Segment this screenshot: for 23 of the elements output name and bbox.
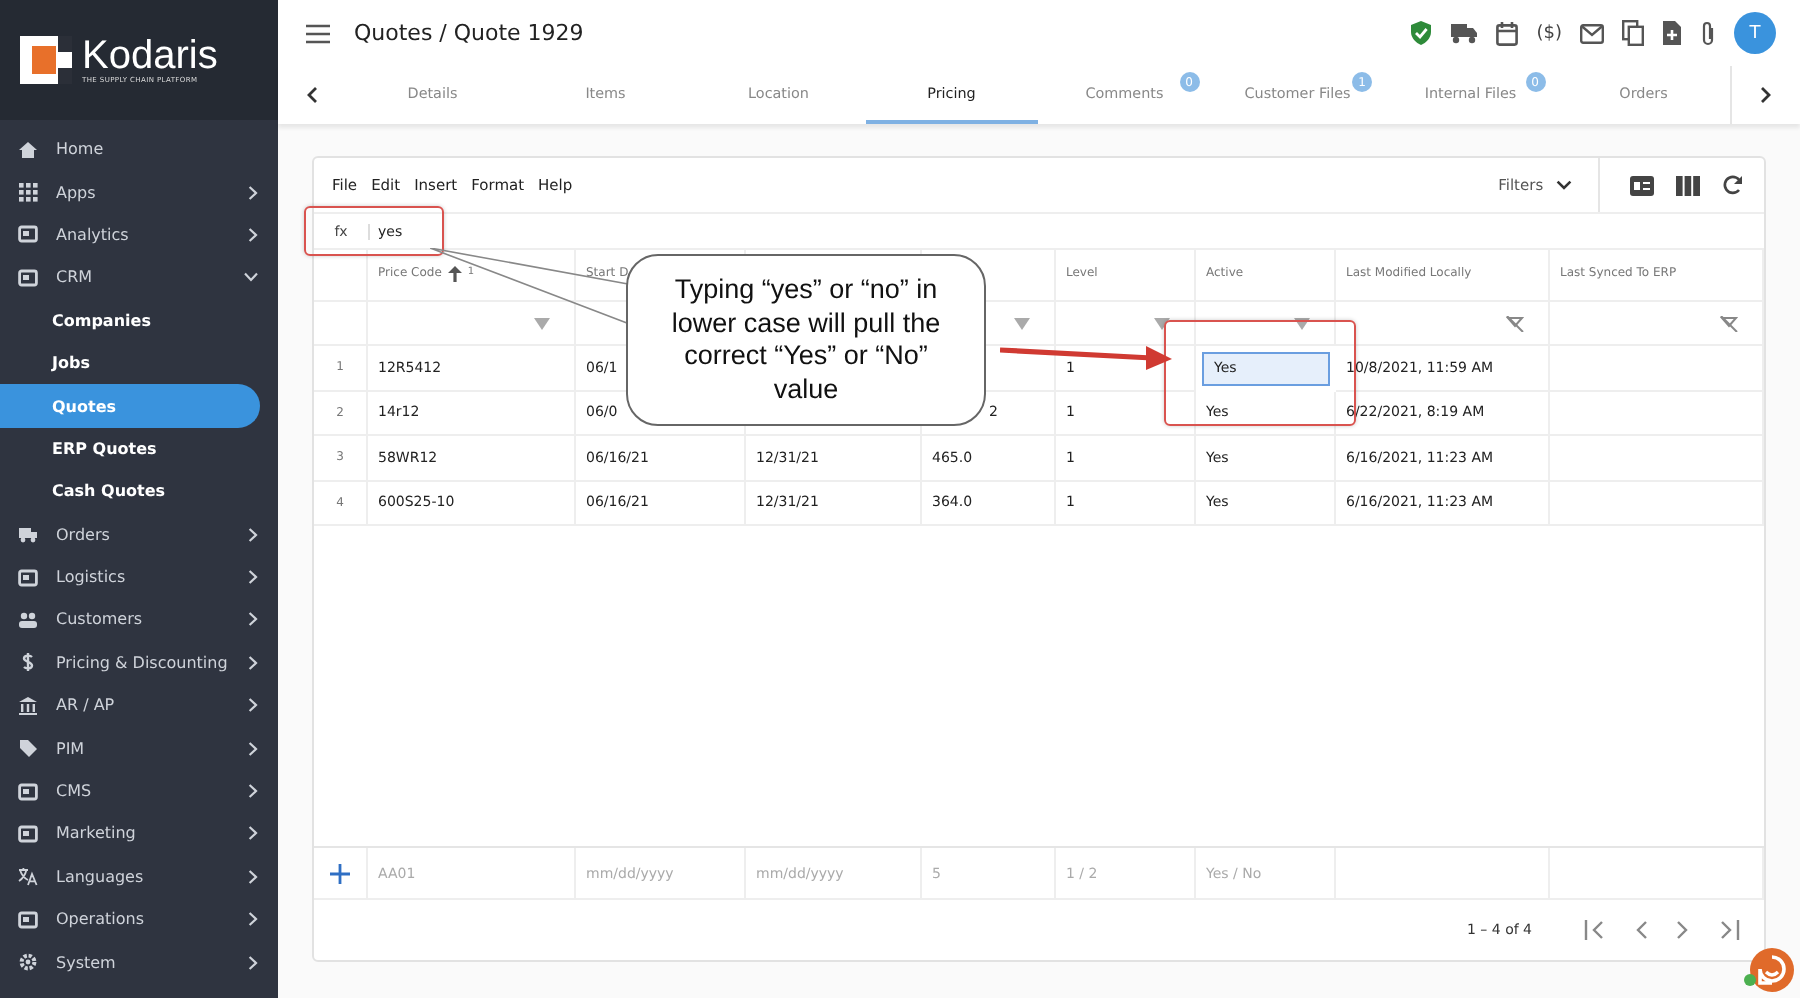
nav-item[interactable]: Customers [0, 598, 278, 642]
nav-item[interactable]: Companies [0, 299, 260, 342]
dollar-icon[interactable]: ($) [1536, 23, 1562, 43]
nav-item[interactable]: PIM [0, 726, 278, 770]
nav-item[interactable]: CMS [0, 769, 278, 813]
nav-item[interactable]: Cash Quotes [0, 470, 260, 514]
logo-name: Kodaris [82, 35, 218, 75]
page-title: Quotes / Quote 1929 [354, 20, 584, 46]
nav-item[interactable]: Languages [0, 855, 278, 899]
nav-item[interactable]: Home [0, 128, 278, 171]
nav-item[interactable]: Apps [0, 170, 278, 214]
nav-item[interactable]: Orders [0, 513, 278, 556]
nav-item[interactable]: Marketing [0, 812, 278, 856]
nav-item[interactable]: System [0, 940, 278, 984]
nav-item[interactable]: CRM [0, 256, 278, 300]
nav-item[interactable]: Logistics [0, 555, 278, 599]
callout-tooltip: Typing “yes” or “no” in lower case will pull the correct “Yes” or “No” value [626, 254, 986, 426]
nav-item[interactable]: Analytics [0, 213, 278, 257]
nav-item[interactable]: Jobs [0, 341, 260, 385]
nav-item[interactable]: AR / AP [0, 684, 278, 727]
nav-item[interactable]: Operations [0, 898, 278, 941]
nav-item[interactable]: Pricing & Discounting [0, 641, 278, 685]
nav-item[interactable]: ERP Quotes [0, 427, 260, 471]
